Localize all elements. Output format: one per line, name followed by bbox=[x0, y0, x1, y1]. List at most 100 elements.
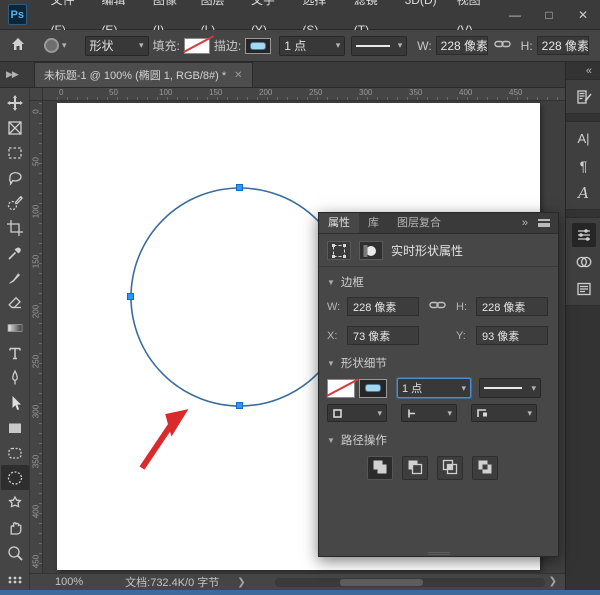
path-op-exclude[interactable] bbox=[472, 456, 498, 480]
panel-resize-notch[interactable] bbox=[428, 552, 450, 555]
expand-panels-icon[interactable]: « bbox=[566, 62, 600, 79]
path-op-subtract[interactable] bbox=[402, 456, 428, 480]
panel-menu-icon[interactable] bbox=[538, 219, 550, 227]
tool-eraser[interactable] bbox=[1, 291, 29, 316]
path-op-intersect[interactable] bbox=[437, 456, 463, 480]
tool-brush[interactable] bbox=[1, 266, 29, 291]
tool-mode-select[interactable]: 形状▾ bbox=[85, 36, 149, 56]
photoshop-logo-icon: Ps bbox=[8, 4, 27, 25]
scrollbar-thumb[interactable] bbox=[340, 579, 423, 586]
x-input[interactable]: 73 像素 bbox=[347, 326, 419, 345]
scroll-right-arrow-icon[interactable]: ❯ bbox=[549, 576, 557, 587]
status-menu-chevron-icon[interactable]: ❯ bbox=[237, 577, 245, 588]
close-button[interactable]: ✕ bbox=[566, 0, 600, 30]
path-operations-section-header[interactable]: ▼ 路径操作 bbox=[319, 425, 558, 452]
tab-layer-comps[interactable]: 图层复合 bbox=[388, 213, 450, 233]
tool-rectangle[interactable] bbox=[1, 415, 29, 440]
x-label: X: bbox=[327, 330, 343, 342]
stroke-swatch[interactable] bbox=[245, 38, 271, 54]
anchor-left[interactable] bbox=[127, 293, 134, 300]
link-dimensions-icon[interactable] bbox=[494, 38, 511, 53]
tool-custom-shape[interactable] bbox=[1, 490, 29, 515]
horizontal-scrollbar[interactable] bbox=[275, 578, 545, 587]
maximize-button[interactable]: □ bbox=[532, 0, 566, 30]
tool-rounded-rect[interactable] bbox=[1, 440, 29, 465]
panel-cc-libraries[interactable] bbox=[566, 248, 600, 275]
panel-overflow-icon[interactable]: » bbox=[522, 217, 528, 229]
panel-brush-settings[interactable] bbox=[566, 83, 600, 110]
tool-zoom[interactable] bbox=[1, 540, 29, 565]
vertical-ruler[interactable]: 050100150200250300350400450 bbox=[30, 101, 43, 573]
fill-swatch-none[interactable] bbox=[184, 38, 210, 54]
close-tab-icon[interactable]: ✕ bbox=[234, 70, 242, 81]
home-icon[interactable] bbox=[10, 36, 26, 55]
tool-quick-select[interactable] bbox=[1, 191, 29, 216]
tab-overflow-icon[interactable]: ▶▶ bbox=[0, 69, 24, 87]
chevron-down-icon: ▾ bbox=[377, 408, 382, 419]
tab-libraries[interactable]: 库 bbox=[359, 213, 388, 233]
tool-path-select[interactable] bbox=[1, 390, 29, 415]
panel-properties[interactable] bbox=[566, 221, 600, 248]
dock-group bbox=[566, 79, 600, 114]
height-input[interactable]: 228 像素 bbox=[537, 36, 589, 55]
anchor-top[interactable] bbox=[236, 184, 243, 191]
edit-toolbar-button[interactable] bbox=[0, 573, 30, 590]
panel-glyphs[interactable]: A bbox=[566, 179, 600, 206]
stroke-corners-select[interactable]: ▾ bbox=[471, 404, 537, 422]
stroke-caps-select[interactable]: ▾ bbox=[401, 404, 457, 422]
chevron-down-icon: ▾ bbox=[398, 40, 403, 51]
fill-swatch-none[interactable] bbox=[327, 379, 355, 398]
document-tab-bar: ▶▶ 未标题-1 @ 100% (椭圆 1, RGB/8#) * ✕ bbox=[0, 62, 565, 88]
stroke-width-select[interactable]: 1 点▾ bbox=[279, 36, 345, 56]
bounds-xy-row: X: 73 像素 Y: 93 像素 bbox=[319, 323, 558, 348]
ruler-origin-corner[interactable] bbox=[30, 88, 43, 101]
zoom-level[interactable]: 100% bbox=[55, 576, 83, 588]
path-op-combine[interactable] bbox=[367, 456, 393, 480]
tool-frame[interactable] bbox=[1, 116, 29, 141]
tool-hand[interactable] bbox=[1, 515, 29, 540]
stroke-width-select[interactable]: 1 点▾ bbox=[397, 378, 471, 398]
tool-move[interactable] bbox=[1, 91, 29, 116]
brush-icon bbox=[6, 269, 24, 287]
shape-details-section-header[interactable]: ▼ 形状细节 bbox=[319, 348, 558, 375]
document-tab[interactable]: 未标题-1 @ 100% (椭圆 1, RGB/8#) * ✕ bbox=[34, 62, 253, 87]
stroke-type-select[interactable]: ▾ bbox=[479, 378, 541, 398]
w-input[interactable]: 228 像素 bbox=[347, 297, 419, 316]
tool-crop[interactable] bbox=[1, 216, 29, 241]
h-input[interactable]: 228 像素 bbox=[476, 297, 548, 316]
tool-pen[interactable] bbox=[1, 365, 29, 390]
stroke-color-preview bbox=[365, 384, 381, 392]
stroke-align-select[interactable]: ▾ bbox=[327, 404, 387, 422]
fill-label: 填充: bbox=[153, 37, 180, 54]
panel-layer-comps[interactable] bbox=[566, 275, 600, 302]
stroke-swatch[interactable] bbox=[359, 379, 387, 398]
chevron-down-icon: ▾ bbox=[531, 383, 536, 394]
y-input[interactable]: 93 像素 bbox=[476, 326, 548, 345]
panel-paragraph[interactable]: ¶ bbox=[566, 152, 600, 179]
bounds-section-header[interactable]: ▼ 边框 bbox=[319, 267, 558, 294]
eyedropper-icon bbox=[6, 244, 24, 262]
tool-eyedropper[interactable] bbox=[1, 241, 29, 266]
link-wh-icon[interactable] bbox=[429, 299, 446, 314]
tool-type[interactable] bbox=[1, 341, 29, 366]
tool-ellipse[interactable] bbox=[1, 465, 29, 490]
eraser-icon bbox=[6, 294, 24, 312]
vruler-label: 250 bbox=[32, 353, 41, 371]
vruler-label: 200 bbox=[32, 303, 41, 321]
panel-character[interactable]: A| bbox=[566, 125, 600, 152]
horizontal-ruler[interactable]: 050100150200250300350400450 bbox=[43, 88, 565, 101]
chevron-expanded-icon: ▼ bbox=[327, 359, 335, 368]
hruler-label: 0 bbox=[59, 88, 63, 97]
width-input[interactable]: 228 像素 bbox=[436, 36, 488, 55]
tool-lasso[interactable] bbox=[1, 166, 29, 191]
rounded-rect-icon bbox=[6, 444, 24, 462]
anchor-bottom[interactable] bbox=[236, 402, 243, 409]
hruler-label: 50 bbox=[109, 88, 118, 97]
y-label: Y: bbox=[456, 330, 472, 342]
tool-marquee[interactable] bbox=[1, 141, 29, 166]
tab-properties[interactable]: 属性 bbox=[319, 213, 359, 233]
minimize-button[interactable]: — bbox=[498, 0, 532, 30]
tool-gradient[interactable] bbox=[1, 316, 29, 341]
active-tool-preset[interactable]: ▾ bbox=[40, 36, 71, 55]
stroke-type-select[interactable]: ▾ bbox=[351, 36, 407, 56]
